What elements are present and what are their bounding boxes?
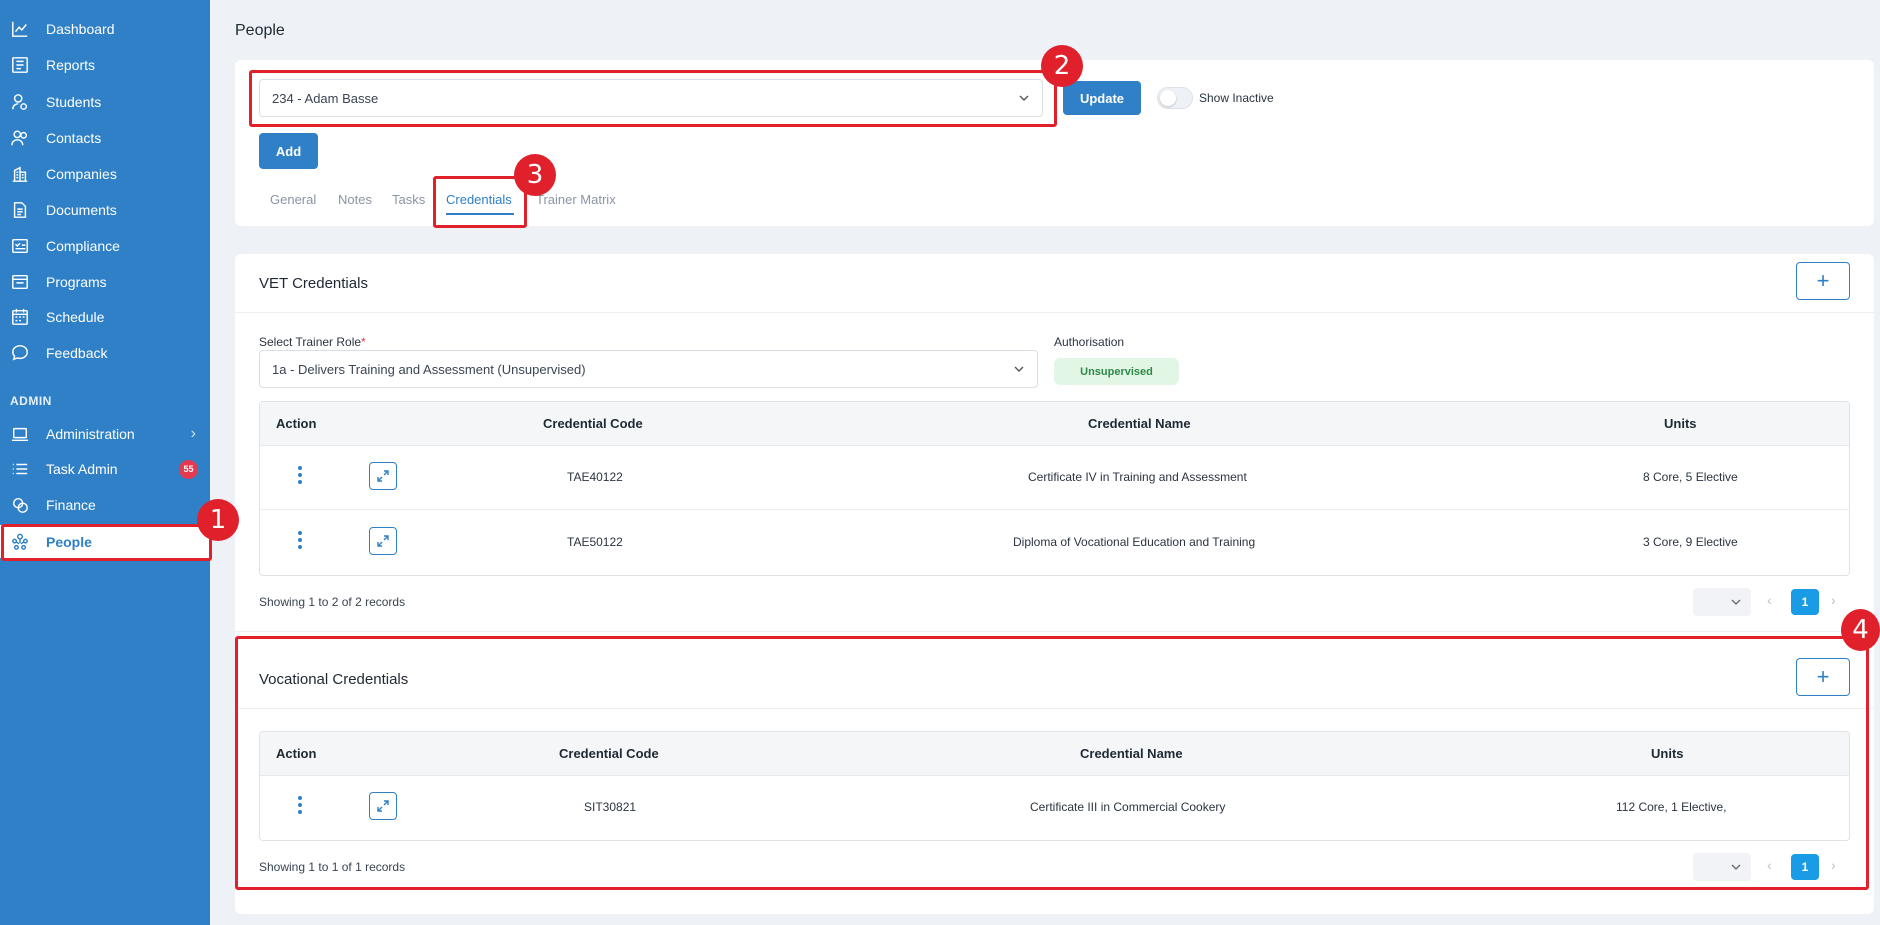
credential-code: TAE50122 [567, 535, 623, 549]
sidebar-item-dashboard[interactable]: Dashboard [0, 13, 210, 45]
show-inactive-toggle[interactable] [1157, 87, 1193, 109]
chevron-right-icon: › [190, 425, 196, 442]
tab-notes[interactable]: Notes [338, 192, 372, 207]
sidebar-item-label: Feedback [46, 345, 108, 361]
sidebar-item-finance[interactable]: Finance [0, 489, 210, 521]
credential-name: Diploma of Vocational Education and Trai… [1013, 535, 1256, 549]
column-header-code: Credential Code [543, 416, 643, 431]
show-inactive-label: Show Inactive [1199, 91, 1274, 105]
list-icon [10, 459, 30, 479]
tab-trainer-matrix[interactable]: Trainer Matrix [536, 192, 616, 207]
checklist-icon [10, 236, 30, 256]
step-marker-4: 4 [1841, 609, 1880, 651]
sidebar: Dashboard Reports Students Contacts Comp… [0, 0, 210, 925]
sidebar-item-feedback[interactable]: Feedback [0, 337, 210, 369]
page-number-button[interactable]: 1 [1791, 589, 1819, 615]
add-button[interactable]: Add [259, 133, 318, 169]
student-icon [10, 92, 30, 112]
sidebar-item-label: Schedule [46, 309, 105, 325]
table-row: TAE40122 Certificate IV in Training and … [260, 446, 1849, 510]
sidebar-item-reports[interactable]: Reports [0, 49, 210, 81]
more-options-icon[interactable] [297, 466, 303, 486]
trainer-role-label: Select Trainer Role* [259, 335, 366, 349]
column-header-units: Units [1664, 416, 1697, 431]
authorisation-status-badge: Unsupervised [1054, 358, 1179, 385]
sidebar-item-students[interactable]: Students [0, 86, 210, 118]
authorisation-label: Authorisation [1054, 335, 1125, 349]
sidebar-item-label: Administration [46, 426, 135, 442]
highlight-box-person-select [249, 70, 1057, 127]
sidebar-item-schedule[interactable]: Schedule [0, 301, 210, 333]
sidebar-item-label: Programs [46, 274, 107, 290]
task-count-badge: 55 [179, 459, 198, 479]
vet-credentials-table: Action Credential Code Credential Name U… [259, 401, 1850, 576]
calendar-icon [10, 307, 30, 327]
sidebar-item-label: Reports [46, 57, 96, 73]
sidebar-item-contacts[interactable]: Contacts [0, 122, 210, 154]
credential-units: 3 Core, 9 Elective [1643, 535, 1738, 549]
highlight-box-people-nav [1, 524, 212, 561]
credential-name: Certificate IV in Training and Assessmen… [1028, 470, 1247, 484]
page-size-select[interactable] [1693, 588, 1751, 616]
laptop-icon [10, 424, 30, 444]
page-title: People [235, 22, 285, 39]
step-marker-2: 2 [1041, 45, 1083, 87]
sidebar-item-label: Documents [46, 202, 117, 218]
credential-code: TAE40122 [567, 470, 623, 484]
trainer-role-select[interactable]: 1a - Delivers Training and Assessment (U… [259, 350, 1038, 388]
sidebar-item-companies[interactable]: Companies [0, 158, 210, 190]
highlight-box-credentials-tab [433, 176, 527, 228]
sidebar-item-administration[interactable]: Administration › [0, 418, 210, 450]
tab-general[interactable]: General [270, 192, 316, 207]
admin-heading: ADMIN [10, 394, 52, 408]
document-icon [10, 200, 30, 220]
chat-icon [10, 343, 30, 363]
sidebar-item-label: Compliance [46, 238, 120, 254]
sidebar-item-label: Task Admin [46, 461, 118, 477]
building-icon [10, 164, 30, 184]
report-icon [10, 55, 30, 75]
sidebar-item-documents[interactable]: Documents [0, 194, 210, 226]
table-row: TAE50122 Diploma of Vocational Education… [260, 511, 1849, 575]
column-header-action: Action [276, 416, 317, 431]
divider [235, 312, 1874, 313]
step-marker-1: 1 [197, 499, 239, 541]
sidebar-item-programs[interactable]: Programs [0, 266, 210, 298]
programs-icon [10, 272, 30, 292]
sidebar-item-label: Companies [46, 166, 117, 182]
highlight-box-vocational-credentials [235, 636, 1869, 890]
expand-icon[interactable] [369, 527, 397, 555]
chart-line-icon [10, 19, 30, 39]
sidebar-item-label: Contacts [46, 130, 102, 146]
contacts-icon [10, 128, 30, 148]
step-marker-3: 3 [514, 154, 556, 196]
prev-page-button[interactable]: ‹ [1767, 592, 1772, 608]
expand-icon[interactable] [369, 462, 397, 490]
more-options-icon[interactable] [297, 531, 303, 551]
column-header-name: Credential Name [1088, 416, 1191, 431]
trainer-role-value: 1a - Delivers Training and Assessment (U… [272, 361, 586, 377]
sidebar-item-label: Finance [46, 497, 96, 513]
coins-icon [10, 495, 30, 515]
divider [235, 631, 1874, 632]
update-button[interactable]: Update [1063, 81, 1141, 115]
sidebar-item-label: Students [46, 94, 102, 110]
table-header: Action Credential Code Credential Name U… [260, 402, 1849, 446]
chevron-down-icon [1731, 599, 1741, 605]
vet-credentials-title: VET Credentials [259, 275, 368, 292]
sidebar-item-task-admin[interactable]: Task Admin 55 [0, 453, 210, 485]
vet-records-summary: Showing 1 to 2 of 2 records [259, 595, 406, 609]
trainer-role-label-text: Select Trainer Role [259, 335, 362, 349]
add-vet-credential-button[interactable]: + [1796, 262, 1850, 300]
sidebar-item-compliance[interactable]: Compliance [0, 230, 210, 262]
tab-tasks[interactable]: Tasks [392, 192, 425, 207]
required-marker: * [361, 335, 366, 349]
next-page-button[interactable]: › [1831, 592, 1836, 608]
credential-units: 8 Core, 5 Elective [1643, 470, 1738, 484]
plus-icon: + [1816, 268, 1830, 293]
chevron-down-icon [1014, 366, 1024, 372]
sidebar-item-label: Dashboard [46, 21, 115, 37]
